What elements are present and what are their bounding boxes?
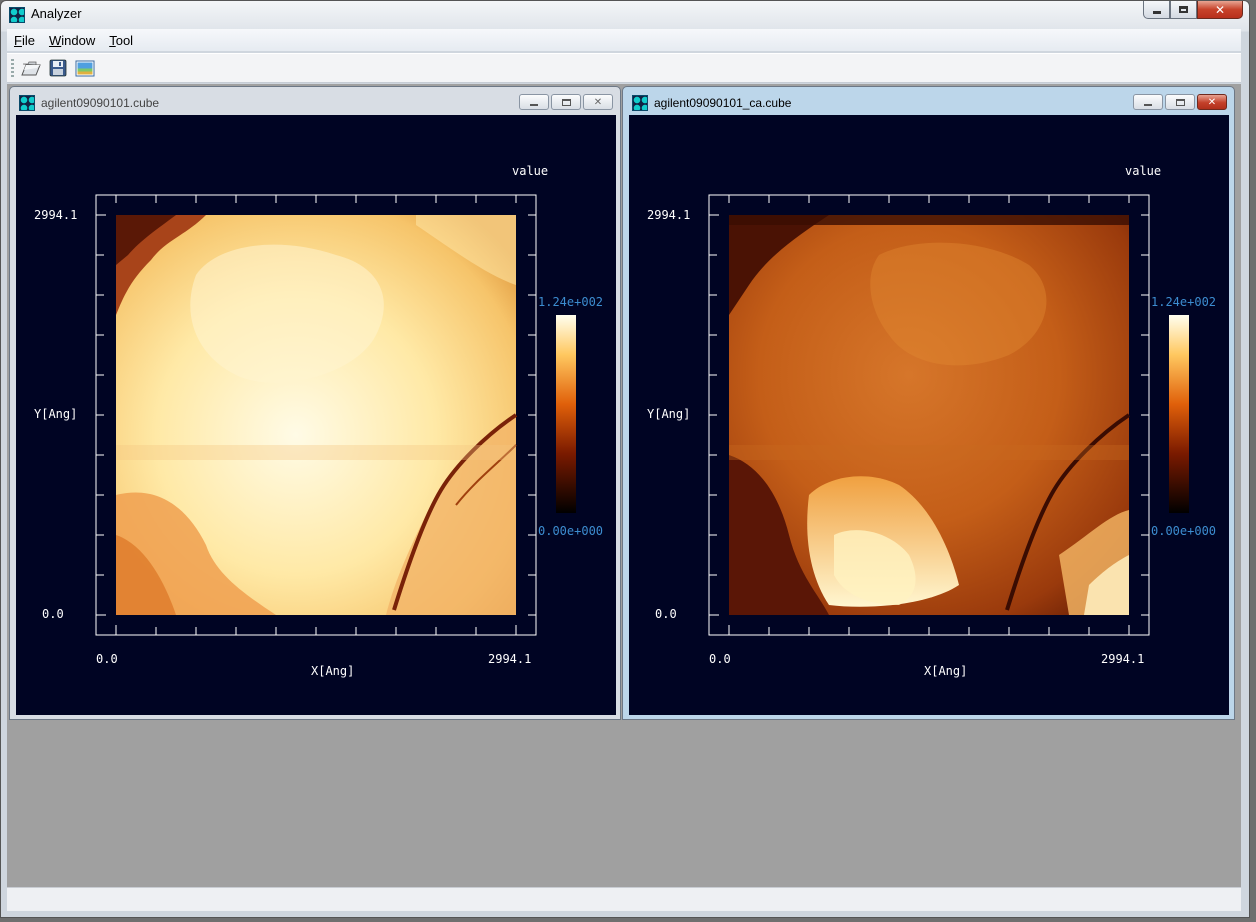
menu-file-label: ile xyxy=(21,32,35,48)
open-folder-icon xyxy=(21,61,41,76)
cube-file-icon xyxy=(632,95,648,111)
x-min-label: 0.0 xyxy=(709,652,731,666)
colorbar xyxy=(1169,315,1189,513)
image-window-2[interactable]: agilent09090101_ca.cube ✕ value 2994.1 Y… xyxy=(622,86,1235,720)
colorbar-max-label: 1.24e+002 xyxy=(1151,295,1216,309)
x-ticks-top xyxy=(115,195,517,203)
open-button[interactable] xyxy=(20,57,42,79)
maximize-icon xyxy=(561,98,571,106)
close-button[interactable]: ✕ xyxy=(1197,1,1243,19)
maximize-icon xyxy=(1175,98,1185,106)
minimize-icon xyxy=(530,104,538,106)
minimize-button[interactable] xyxy=(1143,1,1170,19)
x-min-label: 0.0 xyxy=(96,652,118,666)
minimize-icon xyxy=(1152,10,1161,14)
image-window-1-title-bar[interactable]: agilent09090101.cube ✕ xyxy=(10,87,620,114)
close-icon: ✕ xyxy=(1207,96,1217,108)
x-ticks-top xyxy=(728,195,1130,203)
value-label: value xyxy=(1125,164,1161,178)
status-bar xyxy=(7,887,1241,911)
y-ticks-right xyxy=(1141,214,1149,616)
child-close-button[interactable]: ✕ xyxy=(583,94,613,110)
afm-plot-1[interactable]: value 2994.1 Y[Ang] 0.0 0.0 2994.1 X[Ang… xyxy=(16,115,616,715)
menu-window-mnemonic: W xyxy=(48,32,62,48)
close-icon: ✕ xyxy=(1214,2,1226,17)
plot-canvas-2: value 2994.1 Y[Ang] 0.0 0.0 2994.1 X[Ang… xyxy=(647,164,1216,678)
colorbar-max-label: 1.24e+002 xyxy=(538,295,603,309)
y-max-label: 2994.1 xyxy=(647,208,690,222)
afm-plot-2[interactable]: value 2994.1 Y[Ang] 0.0 0.0 2994.1 X[Ang… xyxy=(629,115,1229,715)
child-maximize-button[interactable] xyxy=(551,94,581,110)
close-icon: ✕ xyxy=(593,96,603,108)
x-max-label: 2994.1 xyxy=(488,652,531,666)
image-window-1-title: agilent09090101.cube xyxy=(41,96,160,110)
x-axis-label: X[Ang] xyxy=(924,664,967,678)
y-min-label: 0.0 xyxy=(655,607,677,621)
maximize-icon xyxy=(1179,6,1188,13)
y-ticks-right xyxy=(528,214,536,616)
toolbar xyxy=(7,53,1241,83)
menu-window-label: indow xyxy=(61,32,96,48)
child-minimize-button[interactable] xyxy=(519,94,549,110)
value-label: value xyxy=(512,164,548,178)
window-controls: ✕ xyxy=(1143,1,1243,21)
y-ticks-left xyxy=(96,214,106,616)
export-image-button[interactable] xyxy=(74,57,96,79)
menu-tool[interactable]: Tool xyxy=(102,33,140,48)
maximize-button[interactable] xyxy=(1170,1,1197,19)
menu-window[interactable]: Window xyxy=(42,33,102,48)
image-window-1-controls: ✕ xyxy=(519,94,613,110)
x-axis-label: X[Ang] xyxy=(311,664,354,678)
child-maximize-button[interactable] xyxy=(1165,94,1195,110)
image-icon xyxy=(75,60,95,77)
colorbar-min-label: 0.00e+000 xyxy=(1151,524,1216,538)
cube-file-icon xyxy=(19,95,35,111)
image-window-1[interactable]: agilent09090101.cube ✕ value 2994.1 Y[An… xyxy=(9,86,621,720)
colorbar-min-label: 0.00e+000 xyxy=(538,524,603,538)
y-max-label: 2994.1 xyxy=(34,208,77,222)
save-icon xyxy=(49,59,67,77)
y-ticks-left xyxy=(709,214,719,616)
toolbar-grip[interactable] xyxy=(11,59,14,79)
afm-image-2 xyxy=(729,215,1131,615)
y-axis-label: Y[Ang] xyxy=(647,407,690,421)
image-window-2-title: agilent09090101_ca.cube xyxy=(654,96,792,110)
colorbar xyxy=(556,315,576,513)
menu-bar: File Window Tool xyxy=(7,29,1241,51)
y-axis-label: Y[Ang] xyxy=(34,407,77,421)
x-ticks-bottom xyxy=(115,625,517,635)
menu-file-mnemonic: F xyxy=(14,32,22,48)
title-bar[interactable]: Analyzer ✕ xyxy=(1,1,1249,29)
menu-file[interactable]: File xyxy=(7,33,42,48)
image-window-2-controls: ✕ xyxy=(1133,94,1227,110)
plot-canvas-1: value 2994.1 Y[Ang] 0.0 0.0 2994.1 X[Ang… xyxy=(34,164,603,678)
app-title: Analyzer xyxy=(31,6,82,21)
app-icon[interactable] xyxy=(9,7,25,23)
save-button[interactable] xyxy=(47,57,69,79)
x-ticks-bottom xyxy=(728,625,1130,635)
y-min-label: 0.0 xyxy=(42,607,64,621)
child-minimize-button[interactable] xyxy=(1133,94,1163,110)
x-max-label: 2994.1 xyxy=(1101,652,1144,666)
afm-image-1 xyxy=(116,215,518,615)
minimize-icon xyxy=(1144,104,1152,106)
child-close-button[interactable]: ✕ xyxy=(1197,94,1227,110)
image-window-2-title-bar[interactable]: agilent09090101_ca.cube ✕ xyxy=(623,87,1234,114)
menu-tool-label: ool xyxy=(115,32,134,48)
